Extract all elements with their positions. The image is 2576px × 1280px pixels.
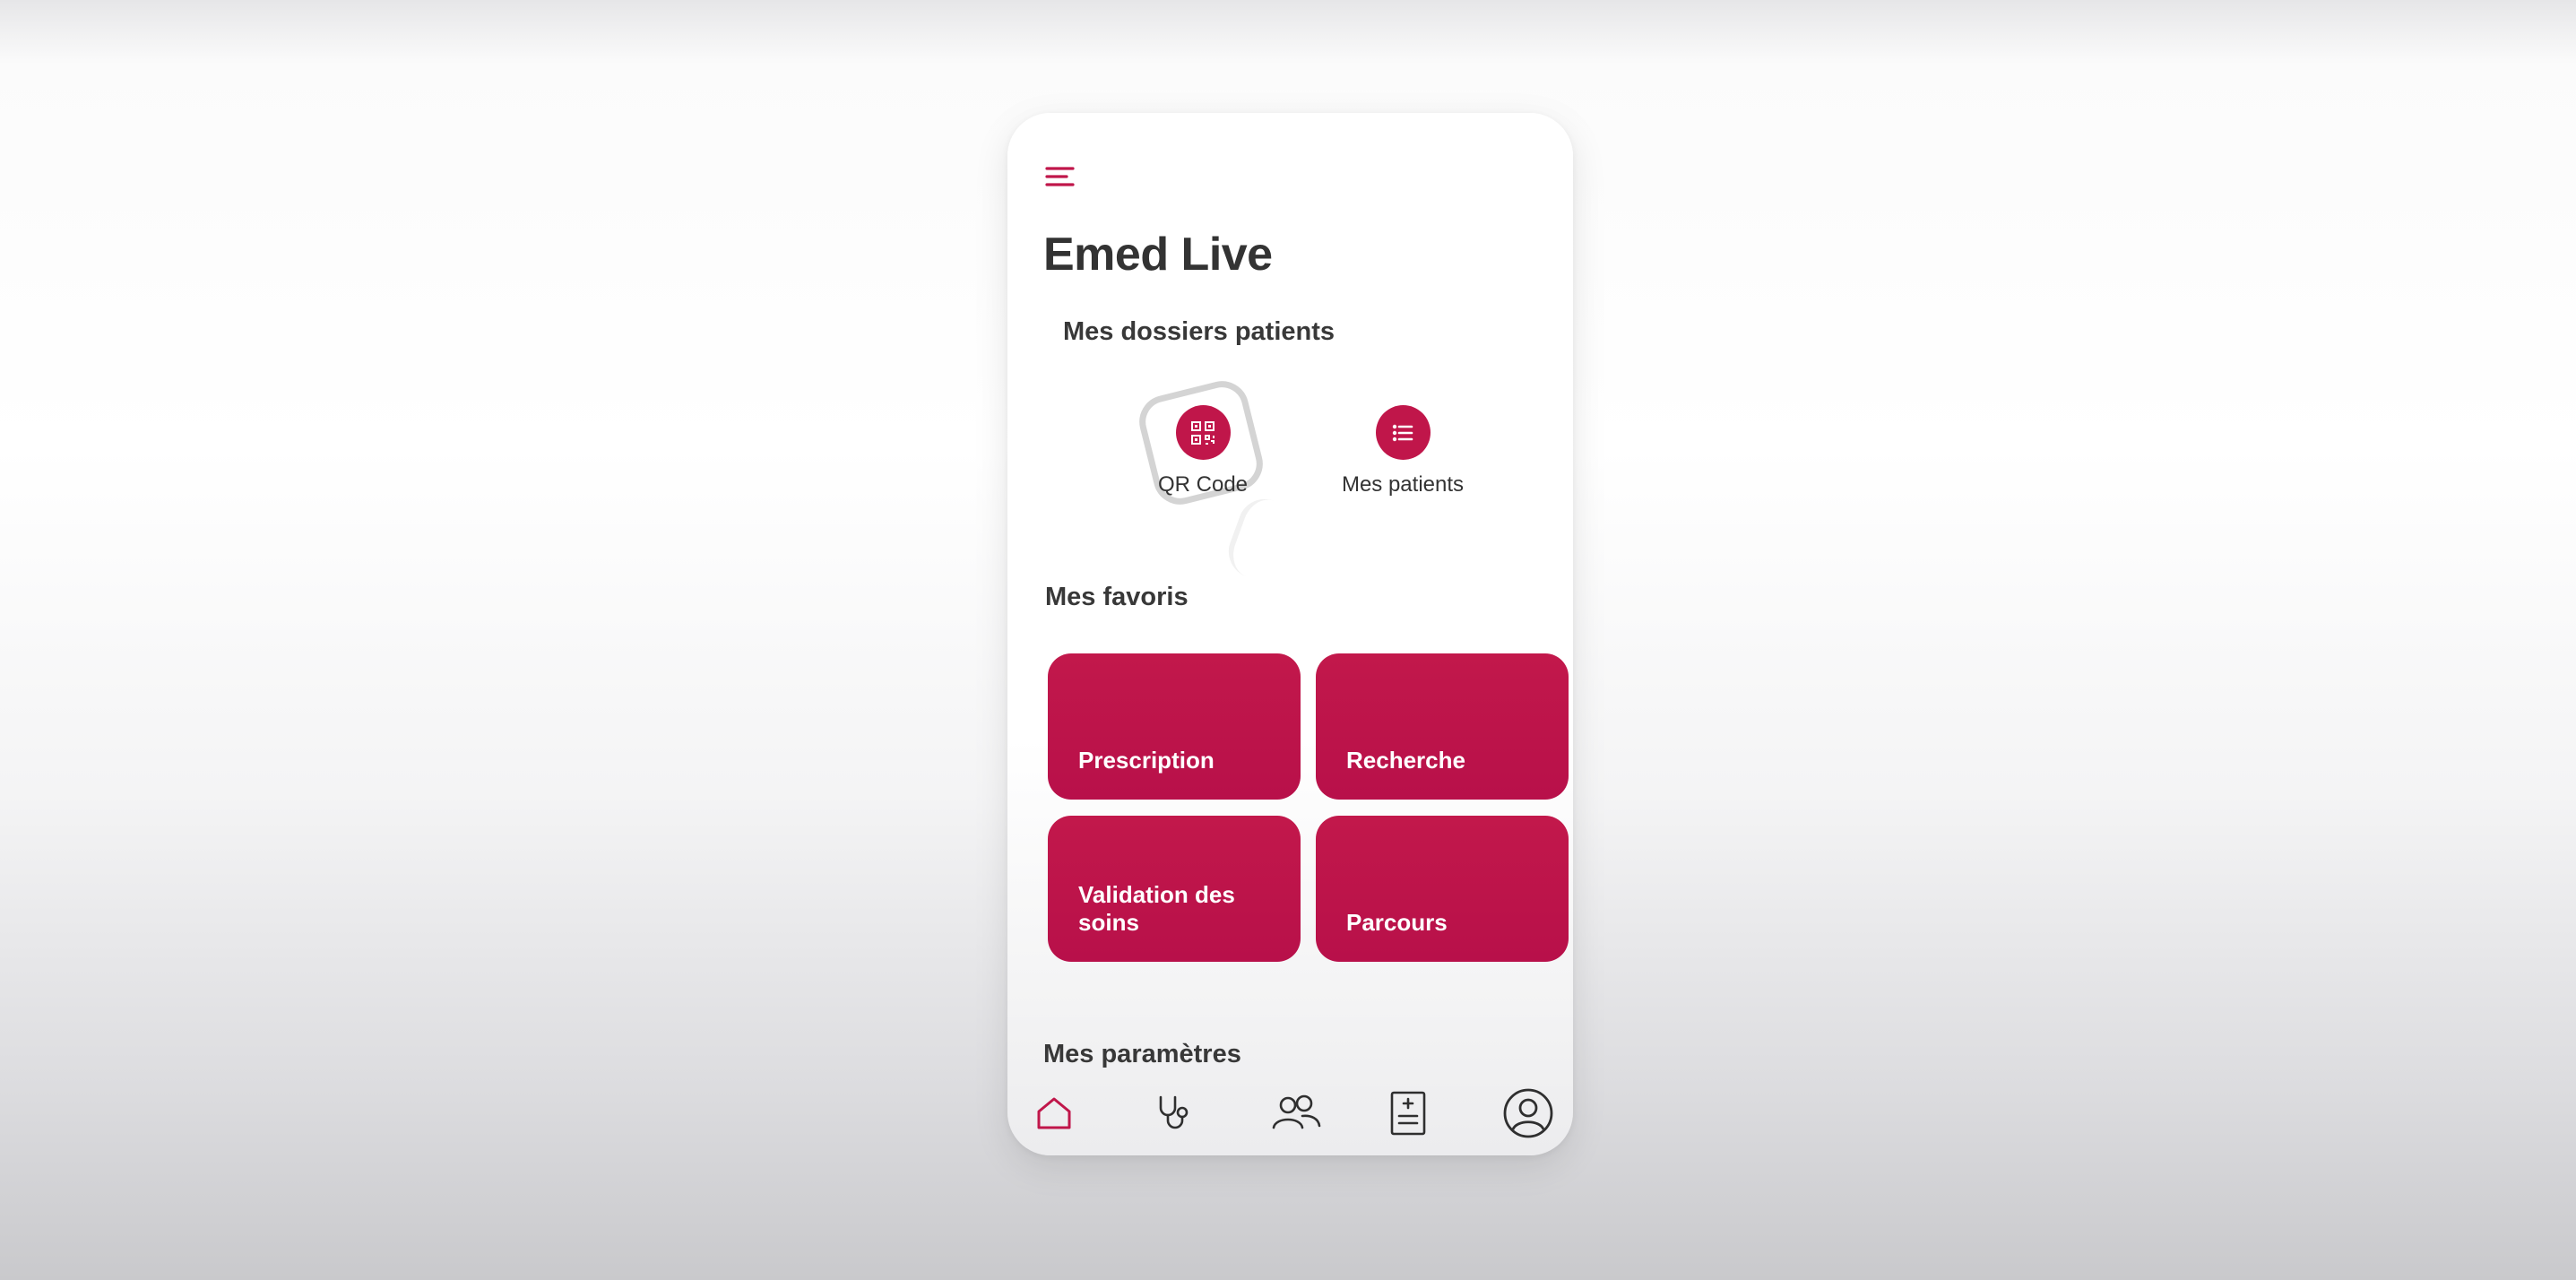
bottom-navigation <box>1007 1085 1573 1155</box>
list-icon <box>1392 424 1413 441</box>
users-icon <box>1272 1094 1321 1129</box>
qr-code-label: QR Code <box>1157 472 1249 497</box>
user-profile-icon <box>1503 1088 1553 1138</box>
menu-button[interactable] <box>1042 158 1081 197</box>
nav-medical-records[interactable] <box>1379 1085 1437 1142</box>
nav-patients[interactable] <box>1267 1085 1325 1142</box>
favorite-card-recherche[interactable]: Recherche <box>1316 653 1569 800</box>
qr-code-button[interactable]: QR Code <box>1118 405 1288 497</box>
nav-home[interactable] <box>1025 1085 1083 1142</box>
list-icon-circle <box>1375 405 1431 460</box>
favorite-card-validation-des-soins[interactable]: Validation des soins <box>1048 816 1301 962</box>
qr-code-icon-circle <box>1175 405 1231 460</box>
favorite-card-label: Parcours <box>1346 909 1448 936</box>
favorite-card-label: Prescription <box>1078 747 1215 774</box>
stethoscope-icon <box>1159 1095 1189 1129</box>
mes-patients-label: Mes patients <box>1341 472 1465 497</box>
home-icon <box>1037 1097 1071 1129</box>
qr-code-icon <box>1191 420 1215 445</box>
phone-screen: Emed Live Mes dossiers patients QR Code <box>1007 113 1573 1155</box>
section-title-parametres: Mes paramètres <box>1043 1040 1241 1068</box>
favorite-card-parcours[interactable]: Parcours <box>1316 816 1569 962</box>
favorite-card-label: Validation des soins <box>1078 881 1235 936</box>
tap-trail <box>1221 491 1300 586</box>
nav-profile[interactable] <box>1500 1085 1557 1142</box>
app-title: Emed Live <box>1043 229 1273 281</box>
favorite-card-prescription[interactable]: Prescription <box>1048 653 1301 800</box>
favorite-card-label: Recherche <box>1346 747 1465 774</box>
medical-document-icon <box>1390 1091 1426 1136</box>
nav-consultations[interactable] <box>1145 1085 1202 1142</box>
section-title-favoris: Mes favoris <box>1045 583 1189 611</box>
mes-patients-button[interactable]: Mes patients <box>1318 405 1488 497</box>
hamburger-menu-icon <box>1045 167 1075 186</box>
section-title-dossiers: Mes dossiers patients <box>1063 317 1335 346</box>
